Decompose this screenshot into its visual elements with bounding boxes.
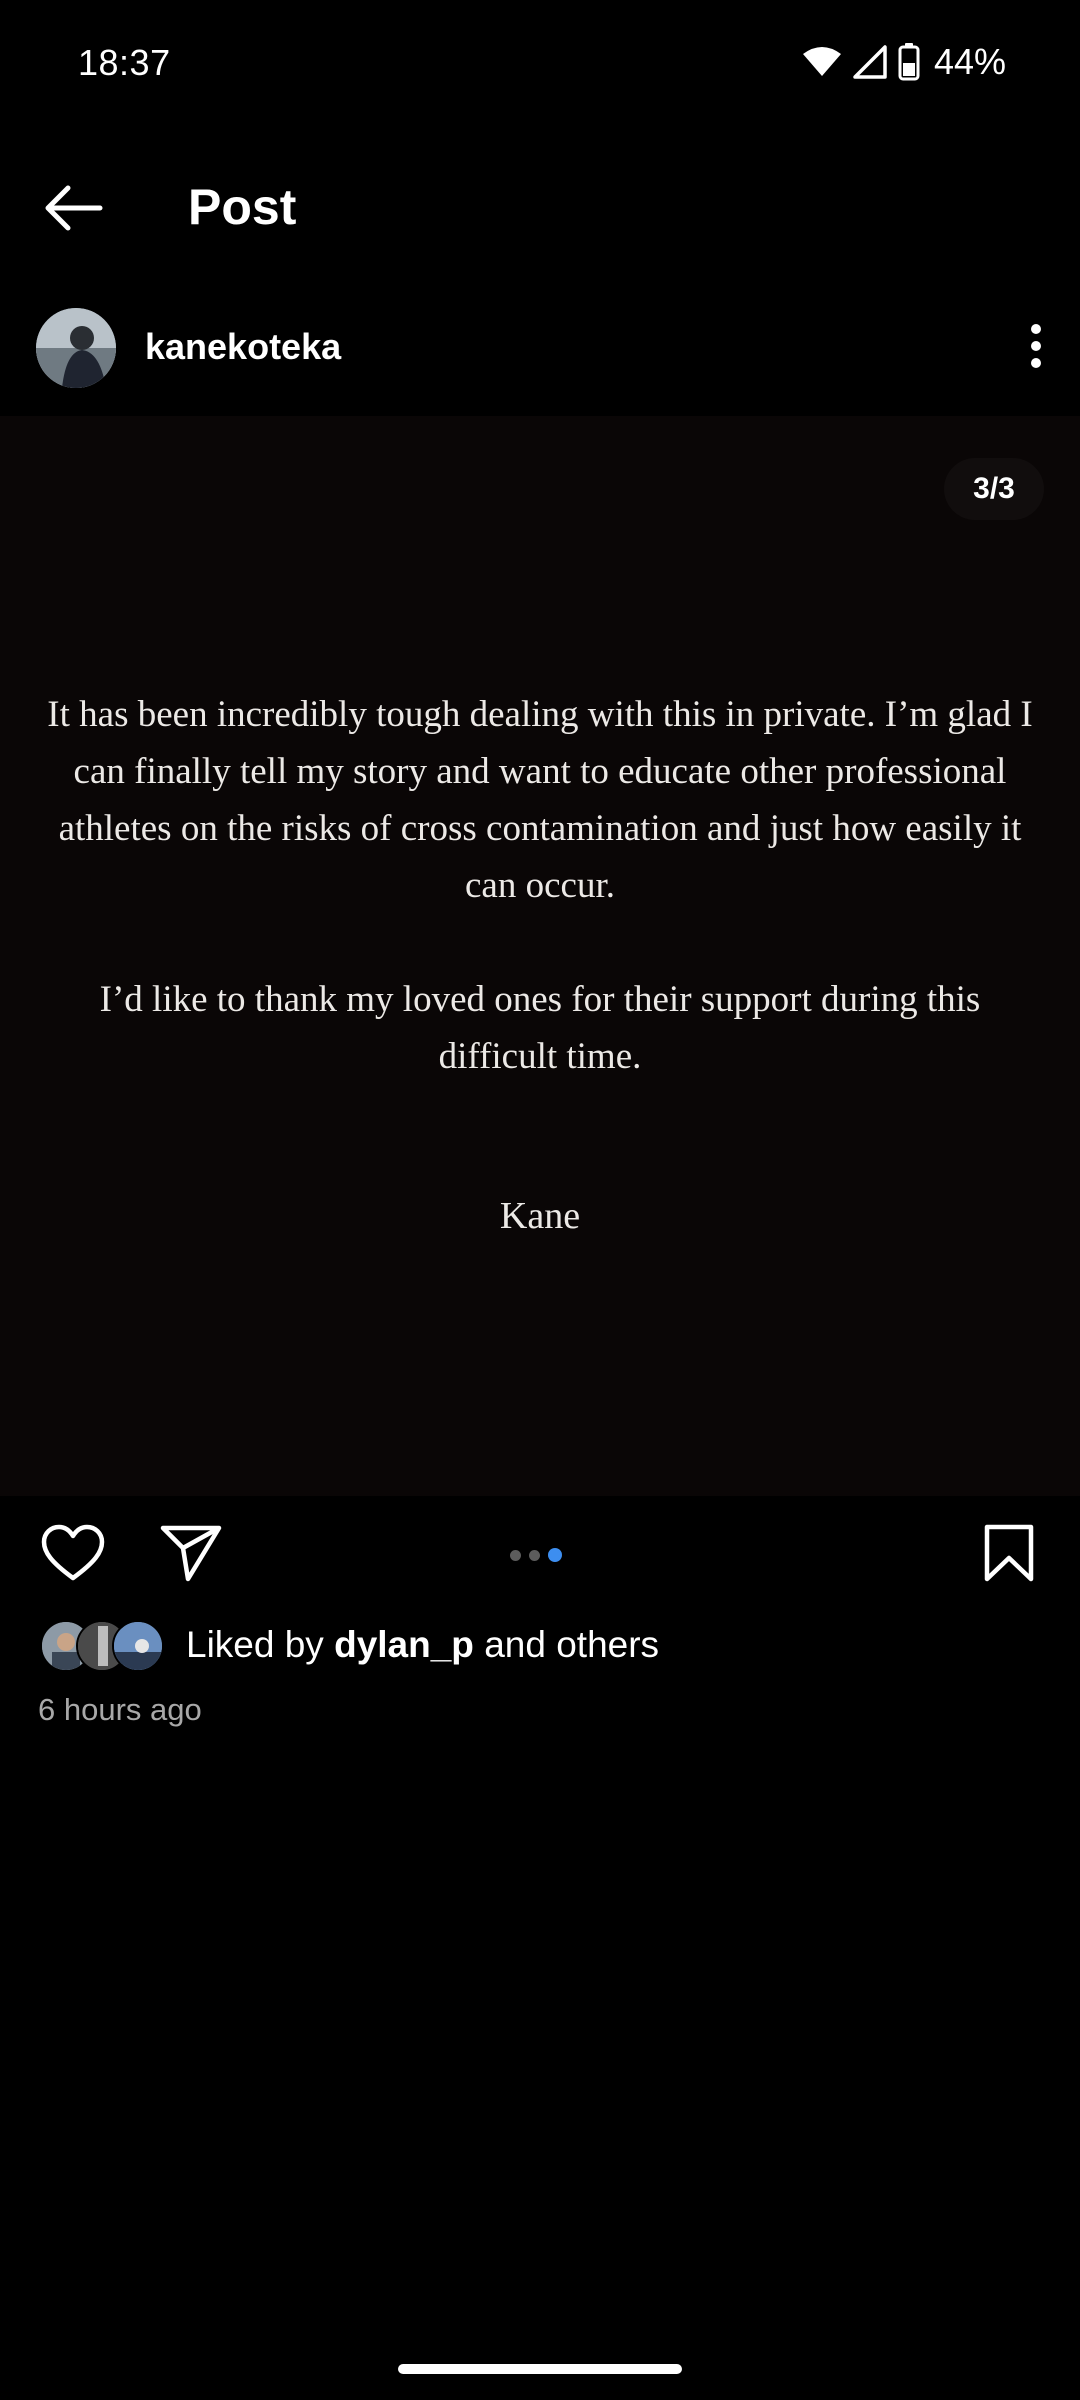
post-statement: It has been incredibly tough dealing wit… bbox=[40, 686, 1040, 1085]
battery-percent: 44% bbox=[933, 41, 1006, 82]
status-icons: 44% bbox=[802, 40, 1006, 84]
statement-paragraph-2: I’d like to thank my loved ones for thei… bbox=[99, 979, 981, 1077]
heart-icon bbox=[41, 1524, 105, 1587]
page-counter: 3/3 bbox=[944, 458, 1044, 520]
more-options-button[interactable] bbox=[1014, 318, 1058, 378]
more-vertical-icon bbox=[1030, 323, 1042, 374]
bookmark-icon bbox=[984, 1524, 1034, 1587]
cell-signal-icon bbox=[852, 45, 888, 79]
status-bar: 18:37 44% bbox=[0, 0, 1080, 130]
statement-paragraph-1: It has been incredibly tough dealing wit… bbox=[47, 694, 1033, 906]
battery-icon bbox=[898, 43, 920, 81]
share-button[interactable] bbox=[158, 1522, 224, 1588]
post-timestamp: 6 hours ago bbox=[38, 1692, 202, 1727]
liker-avatar bbox=[112, 1620, 164, 1672]
send-icon bbox=[160, 1524, 222, 1587]
post-header: kanekoteka bbox=[0, 300, 1080, 396]
carousel-dot bbox=[510, 1549, 521, 1561]
carousel-indicator bbox=[510, 1548, 562, 1562]
carousel-dot-active bbox=[548, 1548, 562, 1562]
statement-signature: Kane bbox=[499, 1195, 581, 1237]
wifi-icon bbox=[802, 46, 842, 78]
liker-avatars bbox=[40, 1620, 168, 1672]
likes-suffix: and others bbox=[473, 1624, 660, 1665]
likes-row[interactable]: Liked by dylan_p and others bbox=[40, 1617, 659, 1673]
post-media[interactable]: 3/3 It has been incredibly tough dealing… bbox=[0, 416, 1080, 1496]
carousel-dot bbox=[529, 1549, 540, 1561]
arrow-left-icon bbox=[42, 183, 104, 238]
likes-text: Liked by dylan_p and others bbox=[186, 1624, 659, 1666]
likes-user[interactable]: dylan_p bbox=[334, 1624, 474, 1665]
home-indicator[interactable] bbox=[398, 2364, 682, 2374]
status-time: 18:37 bbox=[78, 42, 171, 83]
post-actions bbox=[0, 1512, 1080, 1598]
avatar[interactable] bbox=[36, 308, 116, 388]
page-title: Post bbox=[188, 179, 297, 235]
like-button[interactable] bbox=[40, 1522, 106, 1588]
app-bar: Post bbox=[0, 160, 1080, 260]
likes-prefix: Liked by bbox=[186, 1624, 335, 1665]
save-button[interactable] bbox=[976, 1522, 1042, 1588]
post-username[interactable]: kanekoteka bbox=[145, 326, 341, 368]
screen: 18:37 44% Post kanekoteka 3/3 It has bee… bbox=[0, 0, 1080, 2400]
back-button[interactable] bbox=[34, 180, 112, 240]
